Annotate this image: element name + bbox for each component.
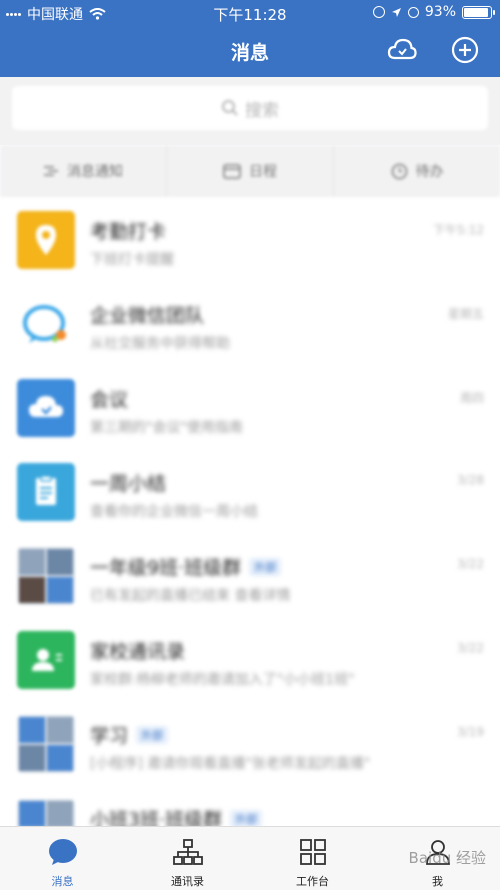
grid-icon [299,839,326,865]
avatar [17,211,75,269]
document-icon [36,475,56,505]
message-time: 周四 [459,391,484,405]
chat-bubble-icon [48,839,77,865]
watermark: Baidu 经验 [408,849,486,867]
avatar [17,547,75,605]
filter-label: 待办 [415,164,444,180]
list-item[interactable]: 考勤打卡 下班打卡提醒 下午5:12 [0,197,500,281]
message-time: 下午5:12 [433,223,484,237]
message-time: 3/19 [457,725,484,739]
message-title: 家校通讯录 [90,641,186,663]
filter-bar: 消息通知 日程 待办 [0,145,500,197]
message-preview: 从社交服务中获得帮助 [90,336,230,352]
page-title: 消息 [230,42,269,64]
list-item[interactable]: 学习 外部 [小程序] 邀请你观看直播"张老师发起的直播" 3/19 [0,701,500,785]
avatar [17,295,75,353]
avatar [17,463,75,521]
message-time: 星期五 [447,307,484,321]
message-preview: 已有发起的直播已结束 查看详情 [90,588,291,604]
group-avatar-icon [19,549,73,603]
external-badge: 外部 [230,809,263,828]
list-item[interactable]: 一周小结 查看你的企业微信一周小结 3/28 [0,449,500,533]
filter-icon [44,166,58,176]
search-area: 搜索 [0,77,500,145]
avatar [17,379,75,437]
search-placeholder: 搜索 [245,100,279,121]
filter-todo[interactable]: 待办 [334,145,500,197]
external-badge: 外部 [249,557,282,576]
tab-contacts[interactable]: 通讯录 [125,827,250,890]
message-title: 会议 [90,389,129,411]
cloud-icon[interactable] [387,36,417,64]
location-pin-icon [36,225,56,255]
message-title: 考勤打卡 [90,221,167,243]
battery-icon [462,5,495,19]
avatar [17,631,75,689]
status-bar: 中国联通 下午11:28 93% [0,0,500,26]
message-preview: [小程序] 邀请你观看直播"张老师发起的直播" [90,756,371,772]
clock-icon [391,163,407,179]
tab-workbench[interactable]: 工作台 [250,827,375,890]
external-badge: 外部 [136,725,169,744]
alarm-icon [407,6,419,18]
list-item[interactable]: 企业微信团队 从社交服务中获得帮助 星期五 [0,281,500,365]
list-item[interactable]: 家校通讯录 家校群:杨柳老师的邀请加入了"小小班1班" 3/22 [0,617,500,701]
org-chart-icon [172,839,203,865]
bottom-tab-bar: 消息 通讯录 工作台 我 Baidu 经验 [0,826,500,890]
plus-icon[interactable] [451,36,479,64]
message-title: 一年级9班·班级群 [90,557,242,579]
calendar-icon [223,164,241,179]
contact-card-icon [32,649,62,671]
filter-label: 消息通知 [67,164,123,180]
list-item[interactable]: 一年级9班·班级群 外部 已有发起的直播已结束 查看详情 3/22 [0,533,500,617]
message-preview: 家校群:杨柳老师的邀请加入了"小小班1班" [90,672,355,688]
chat-bubble-icon [23,305,66,343]
filter-notifications[interactable]: 消息通知 [0,145,167,197]
message-time: 3/22 [457,557,484,571]
lock-rotation-icon [372,6,385,18]
search-input[interactable]: 搜索 [12,86,488,130]
tab-label: 通讯录 [171,875,204,888]
app-header: 中国联通 下午11:28 93% 消息 [0,0,500,77]
group-avatar-icon [19,717,73,771]
battery-percent: 93% [424,4,456,20]
message-title: 企业微信团队 [90,305,205,327]
message-preview: 下班打卡提醒 [90,252,174,268]
tab-label: 我 [432,875,443,888]
message-preview: 第三期的"会议"使用指南 [90,420,243,436]
cloud-icon [29,396,63,417]
message-preview: 查看你的企业微信一周小结 [90,504,258,520]
message-title: 一周小结 [90,473,167,495]
filter-label: 日程 [249,164,277,180]
tab-messages[interactable]: 消息 [0,827,125,890]
message-time: 3/22 [457,641,484,655]
avatar [17,715,75,773]
tab-label: 工作台 [296,875,329,888]
filter-schedule[interactable]: 日程 [167,145,334,197]
message-title: 学习 [90,725,129,747]
location-arrow-icon [391,7,401,17]
tab-label: 消息 [51,875,74,888]
message-time: 3/28 [457,473,484,487]
list-item[interactable]: 会议 第三期的"会议"使用指南 周四 [0,365,500,449]
message-list: 考勤打卡 下班打卡提醒 下午5:12 企业微信团队 从社交服务中获得帮助 星期五… [0,197,500,869]
search-icon [222,100,238,116]
